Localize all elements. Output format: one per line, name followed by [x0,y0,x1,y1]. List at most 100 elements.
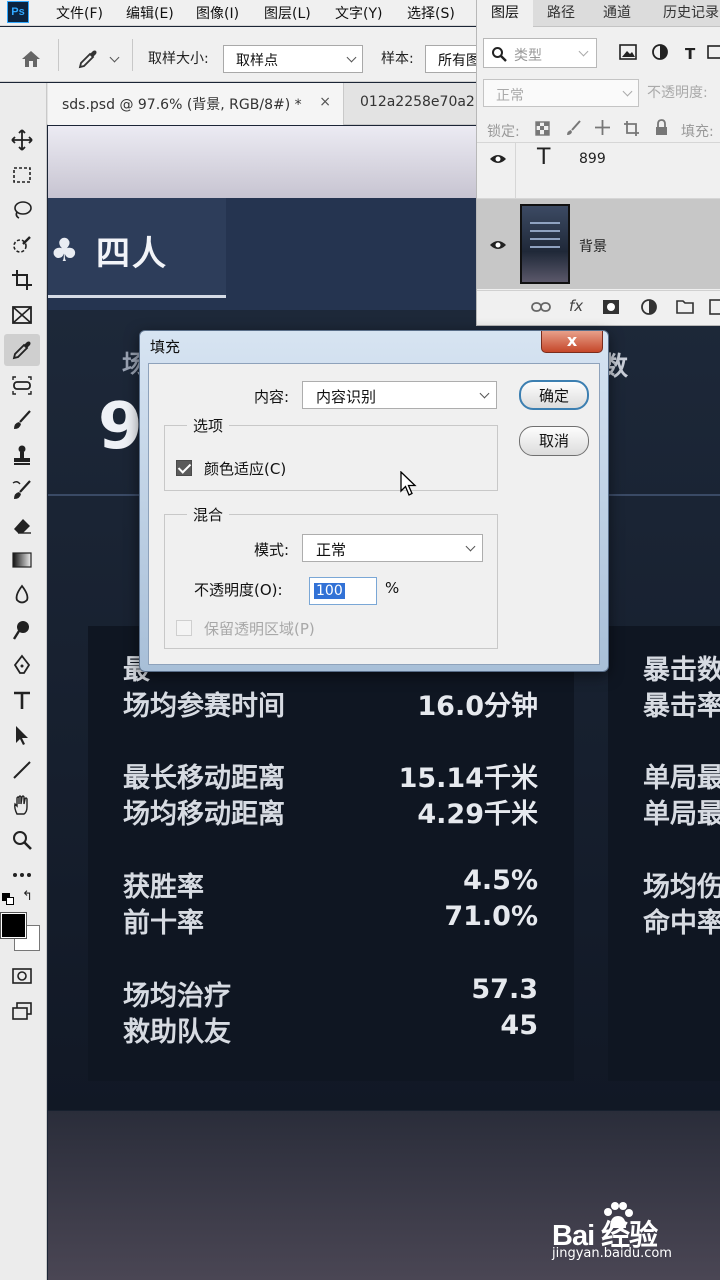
blur-tool[interactable] [4,579,40,611]
marquee-tool[interactable] [4,159,40,191]
line-tool[interactable] [4,754,40,786]
blur-icon [15,584,29,604]
type-icon [14,691,30,709]
stat-label-right: 暴击数 [643,655,720,686]
close-tab-icon[interactable]: × [319,94,331,110]
opacity-unit: % [385,579,400,597]
mouse-cursor-icon [400,471,417,496]
screen-mode-tool[interactable] [4,995,40,1027]
chevron-down-icon [622,86,633,97]
image-filter-icon[interactable] [619,44,637,60]
screen-mode-icon [12,1002,32,1020]
mode-select[interactable]: 正常 [302,534,483,562]
separator [515,143,516,199]
layer-name[interactable]: 背景 [579,236,607,256]
color-adapt-checkbox[interactable] [176,460,192,476]
stat-label-right: 场均伤 [643,872,720,903]
chevron-down-icon [479,388,490,399]
history-brush-tool[interactable] [4,474,40,506]
move-icon [11,129,33,151]
lock-all-icon[interactable] [654,119,669,136]
foreground-color-swatch[interactable] [0,912,27,939]
quick-select-tool[interactable] [4,229,40,261]
stat-label: 最长移动距离 [123,763,285,794]
layer-style-icon[interactable]: fx [569,297,583,315]
layer-name[interactable]: 899 [579,151,606,167]
tab-channels[interactable]: 通道 [589,0,649,27]
stat-label: 场均移动距离 [123,799,285,830]
eyedropper-tool[interactable] [4,334,40,366]
zoom-tool[interactable] [4,824,40,856]
type-filter-icon[interactable]: T [685,45,695,63]
quick-mask-tool[interactable] [4,960,40,992]
frame-icon [12,306,32,324]
home-icon[interactable] [20,49,42,69]
link-layers-icon[interactable] [531,300,551,314]
marquee-icon [13,167,31,183]
stamp-tool[interactable] [4,439,40,471]
move-tool[interactable] [4,124,40,156]
panel-tabs: 图层 路径 通道 历史记录 [477,0,720,27]
lock-pixels-icon[interactable] [565,120,581,136]
adjustment-layer-icon[interactable] [640,298,658,316]
brush-tool[interactable] [4,404,40,436]
visibility-eye-icon[interactable] [489,153,507,165]
menu-edit[interactable]: 编辑(E) [126,3,174,23]
document-tab-active[interactable]: sds.psd @ 97.6% (背景, RGB/8#) * × [48,83,344,125]
layer-blend-mode-select[interactable]: 正常 [483,79,639,107]
healing-tool[interactable] [4,369,40,401]
color-adapt-label[interactable]: 颜色适应(C) [204,458,286,479]
tool-preset-chevron-down-icon[interactable] [109,52,120,63]
document-tab[interactable]: 012a2258e70a2 [346,83,476,125]
add-mask-icon[interactable] [602,299,620,315]
lasso-tool[interactable] [4,194,40,226]
pen-tool[interactable] [4,649,40,681]
default-colors-icon[interactable] [2,893,14,905]
lasso-icon [14,201,32,219]
path-select-tool[interactable] [4,719,40,751]
frame-tool[interactable] [4,299,40,331]
preserve-transparency-checkbox[interactable] [176,620,192,636]
fill-dialog: 填充 x 内容: 内容识别 确定 取消 选项 颜色适应(C) 混合 模式: 正常… [139,330,609,672]
stamp-icon [14,445,30,465]
opacity-input[interactable]: 100 [309,577,377,605]
sample-value: 所有图 [438,53,480,69]
swap-colors-icon[interactable]: ↰ [22,889,33,904]
menu-type[interactable]: 文字(Y) [335,3,382,23]
eraser-tool[interactable] [4,509,40,541]
more-tools[interactable] [4,859,40,891]
menu-file[interactable]: 文件(F) [56,3,103,23]
menu-layer[interactable]: 图层(L) [264,3,311,23]
layer-opacity-label: 不透明度: [647,85,708,101]
cancel-button[interactable]: 取消 [519,426,589,456]
menu-select[interactable]: 选择(S) [407,3,455,23]
type-layer-thumbnail-icon: T [537,145,551,170]
hand-tool[interactable] [4,789,40,821]
stat-value: 45 [500,1010,538,1041]
visibility-eye-icon[interactable] [489,239,507,251]
type-tool[interactable] [4,684,40,716]
new-group-icon[interactable] [676,299,694,314]
menu-image[interactable]: 图像(I) [196,3,239,23]
crop-tool[interactable] [4,264,40,296]
lock-artboard-icon[interactable] [623,120,640,137]
close-button[interactable]: x [541,331,603,353]
shape-filter-icon[interactable] [707,44,720,60]
crop-icon [12,270,32,290]
lock-position-icon[interactable] [594,119,611,136]
tab-layers[interactable]: 图层 [477,0,533,27]
layer-filter-select[interactable]: 类型 [483,38,597,68]
layer-row-selected[interactable]: 背景 [477,199,720,289]
tab-paths[interactable]: 路径 [533,0,589,27]
gradient-tool[interactable] [4,544,40,576]
sample-size-select[interactable]: 取样点 [223,45,363,73]
content-select[interactable]: 内容识别 [302,381,497,409]
lock-transparent-icon[interactable] [535,121,550,136]
tab-history[interactable]: 历史记录 [649,0,720,27]
dodge-tool[interactable] [4,614,40,646]
eyedropper-icon[interactable] [77,48,99,70]
ok-button[interactable]: 确定 [519,380,589,410]
new-layer-icon[interactable] [709,299,720,315]
adjustment-filter-icon[interactable] [651,43,669,61]
stat-label-right: 单局最 [643,799,720,830]
